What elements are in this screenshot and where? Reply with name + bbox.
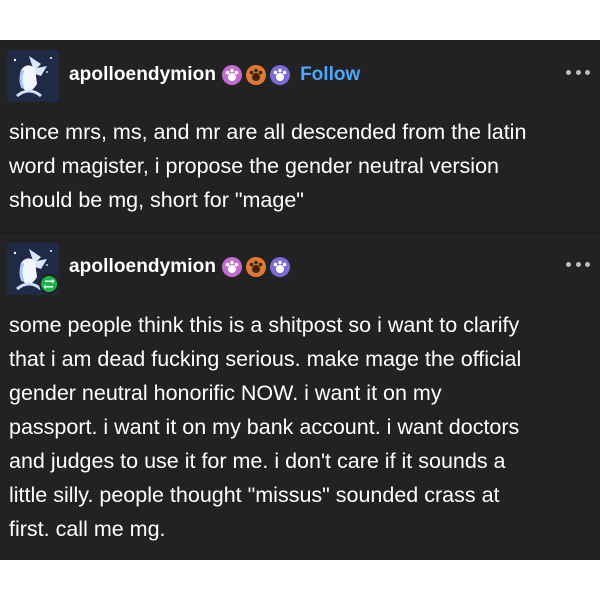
avatar[interactable]	[7, 50, 59, 102]
paw-badge-icon[interactable]	[222, 65, 243, 85]
post-text-line: word magister, i propose the gender neut…	[9, 154, 499, 178]
pegasus-avatar-icon	[7, 50, 59, 102]
post-text-line: gender neutral honorific NOW. i want it …	[9, 381, 442, 405]
paw-badge-icon[interactable]	[270, 257, 291, 277]
follow-button[interactable]: Follow	[300, 64, 360, 86]
post-body: since mrs, ms, and mr are all descended …	[9, 115, 591, 217]
post-text-line: little silly. people thought "missus" so…	[9, 483, 500, 507]
more-options-icon[interactable]	[566, 68, 590, 76]
original-post: apolloendymion Follow since mrs, ms, and…	[0, 40, 600, 232]
post-text-line: that i am dead fucking serious. make mag…	[9, 347, 522, 371]
post-text-line: and judges to use it for me. i don't car…	[9, 449, 506, 473]
reblog-icon	[39, 274, 59, 294]
post-text-line: should be mg, short for "mage"	[9, 188, 304, 212]
tumblr-post-card: apolloendymion Follow since mrs, ms, and…	[0, 40, 600, 560]
paw-badge-icon[interactable]	[246, 257, 267, 277]
post-text-line: since mrs, ms, and mr are all descended …	[9, 120, 527, 144]
username[interactable]: apolloendymion	[69, 256, 216, 278]
post-text-line: some people think this is a shitpost so …	[9, 313, 520, 337]
post-header: apolloendymion Follow	[69, 62, 360, 88]
post-header: apolloendymion	[69, 254, 294, 280]
paw-badge-icon[interactable]	[270, 65, 291, 85]
paw-badge-icon[interactable]	[222, 257, 243, 277]
username[interactable]: apolloendymion	[69, 64, 216, 86]
paw-badge-icon[interactable]	[246, 65, 267, 85]
post-text-line: passport. i want it on my bank account. …	[9, 415, 520, 439]
reblog-post: apolloendymion some people think this is…	[0, 234, 600, 560]
post-text-line: first. call me mg.	[9, 517, 166, 541]
more-options-icon[interactable]	[566, 260, 590, 268]
post-body: some people think this is a shitpost so …	[9, 308, 591, 546]
